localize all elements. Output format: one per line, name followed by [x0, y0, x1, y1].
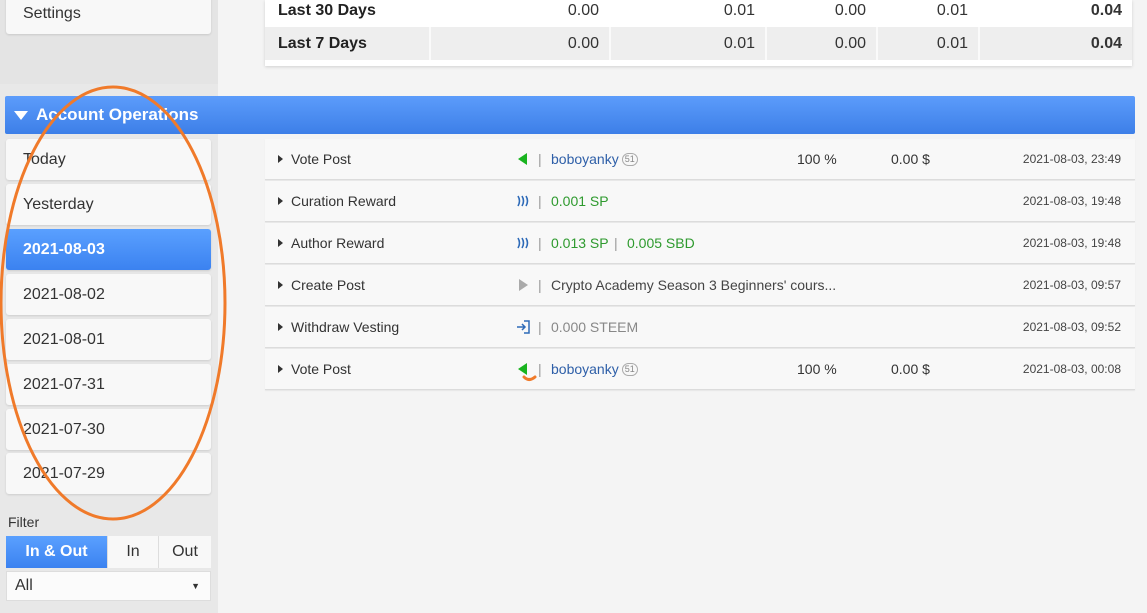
vote-icon	[518, 363, 527, 375]
settings-button[interactable]: Settings	[6, 0, 211, 34]
date-item[interactable]: 2021-08-01	[6, 319, 211, 360]
reputation-badge: 51	[621, 363, 638, 376]
operation-date: 2021-08-03, 09:52	[1022, 320, 1121, 334]
withdraw-amount: 0.000 STEEM	[551, 319, 639, 335]
expand-arrow-icon[interactable]	[278, 281, 283, 289]
reward-amount-sp: 0.013 SP	[551, 235, 609, 251]
expand-arrow-icon[interactable]	[278, 323, 283, 331]
summary-row-label: Last 30 Days	[265, 0, 431, 27]
operation-date: 2021-08-03, 00:08	[1022, 362, 1121, 376]
operation-row[interactable]: Vote Post | boboyanky 51 100 % 0.00 $ 202…	[265, 349, 1135, 390]
operation-date: 2021-08-03, 19:48	[1022, 236, 1121, 250]
summary-total: 0.04	[1090, 2, 1122, 19]
summary-row-30-days: Last 30 Days 0.00 0.01 0.00 0.01 0.04	[265, 0, 1132, 27]
summary-cell: 0.01	[611, 0, 767, 27]
separator: |	[538, 235, 542, 251]
operation-row[interactable]: Create Post | Crypto Academy Season 3 Be…	[265, 265, 1135, 306]
operation-type: Withdraw Vesting	[291, 319, 400, 335]
date-item-selected[interactable]: 2021-08-03	[6, 229, 211, 270]
operation-type: Vote Post	[291, 361, 351, 377]
filter-toggle-group: In & Out In Out	[6, 536, 211, 568]
operation-row[interactable]: Withdraw Vesting | 0.000 STEEM 2021-08-0…	[265, 307, 1135, 348]
separator: |	[538, 151, 542, 167]
summary-table: Last 30 Days 0.00 0.01 0.00 0.01 0.04 La…	[265, 0, 1132, 66]
summary-cell: 0.00	[431, 0, 611, 27]
date-item-yesterday[interactable]: Yesterday	[6, 184, 211, 225]
vote-percent: 100 %	[797, 361, 837, 377]
section-title: Account Operations	[36, 105, 199, 124]
summary-row-label: Last 7 Days	[265, 27, 431, 60]
summary-cell: 0.00	[767, 27, 878, 60]
account-operations-header[interactable]: Account Operations	[5, 96, 1135, 134]
filter-out-button[interactable]: Out	[159, 536, 211, 568]
vote-percent: 100 %	[797, 151, 837, 167]
summary-cell: 0.00	[431, 27, 611, 60]
expand-arrow-icon[interactable]	[278, 365, 283, 373]
collapse-triangle-icon	[14, 111, 28, 120]
operation-type: Vote Post	[291, 151, 351, 167]
summary-cell: 0.01	[878, 27, 980, 60]
dropdown-caret-icon: ▼	[191, 581, 200, 591]
vote-icon	[518, 153, 527, 165]
operation-type-select[interactable]: All ▼	[6, 571, 211, 601]
separator: |	[614, 235, 618, 251]
select-value: All	[15, 577, 33, 594]
vote-value: 0.00 $	[891, 361, 930, 377]
settings-section: Settings	[0, 0, 218, 84]
reward-amount: 0.001 SP	[551, 193, 609, 209]
reputation-badge: 51	[621, 153, 638, 166]
voter-link[interactable]: boboyanky 51	[551, 151, 638, 167]
operation-row[interactable]: Curation Reward | 0.001 SP 2021-08-03, 1…	[265, 181, 1135, 222]
expand-arrow-icon[interactable]	[278, 155, 283, 163]
operation-date: 2021-08-03, 09:57	[1022, 278, 1121, 292]
steem-icon	[517, 237, 529, 249]
steem-icon	[517, 195, 529, 207]
date-item[interactable]: 2021-07-30	[6, 409, 211, 450]
summary-cell: 0.01	[878, 0, 980, 27]
operation-type: Author Reward	[291, 235, 385, 251]
filter-in-button[interactable]: In	[108, 536, 159, 568]
separator: |	[538, 277, 542, 293]
separator: |	[538, 361, 542, 377]
post-title-link[interactable]: Crypto Academy Season 3 Beginners' cours…	[551, 277, 836, 293]
operation-date: 2021-08-03, 19:48	[1022, 194, 1121, 208]
vote-value: 0.00 $	[891, 151, 930, 167]
date-item[interactable]: 2021-08-02	[6, 274, 211, 315]
play-icon	[519, 279, 528, 291]
expand-arrow-icon[interactable]	[278, 239, 283, 247]
operation-type: Create Post	[291, 277, 365, 293]
withdraw-icon	[517, 320, 530, 334]
operation-row[interactable]: Vote Post | boboyanky 51 100 % 0.00 $ 202…	[265, 139, 1135, 180]
date-item[interactable]: 2021-07-31	[6, 364, 211, 405]
filter-label: Filter	[8, 514, 40, 530]
summary-cell: 0.01	[611, 27, 767, 60]
date-item[interactable]: 2021-07-29	[6, 453, 211, 494]
summary-row-7-days: Last 7 Days 0.00 0.01 0.00 0.01 0.04	[265, 27, 1132, 60]
summary-cell: 0.00	[767, 0, 878, 27]
reward-amount-sbd: 0.005 SBD	[627, 235, 695, 251]
expand-arrow-icon[interactable]	[278, 197, 283, 205]
separator: |	[538, 193, 542, 209]
filter-in-out-button[interactable]: In & Out	[6, 536, 108, 568]
operation-date: 2021-08-03, 23:49	[1022, 152, 1121, 166]
operation-row[interactable]: Author Reward | 0.013 SP | 0.005 SBD 202…	[265, 223, 1135, 264]
summary-total: 0.04	[1090, 35, 1122, 52]
date-item-today[interactable]: Today	[6, 139, 211, 180]
operation-type: Curation Reward	[291, 193, 397, 209]
separator: |	[538, 319, 542, 335]
voter-link[interactable]: boboyanky 51	[551, 361, 638, 377]
